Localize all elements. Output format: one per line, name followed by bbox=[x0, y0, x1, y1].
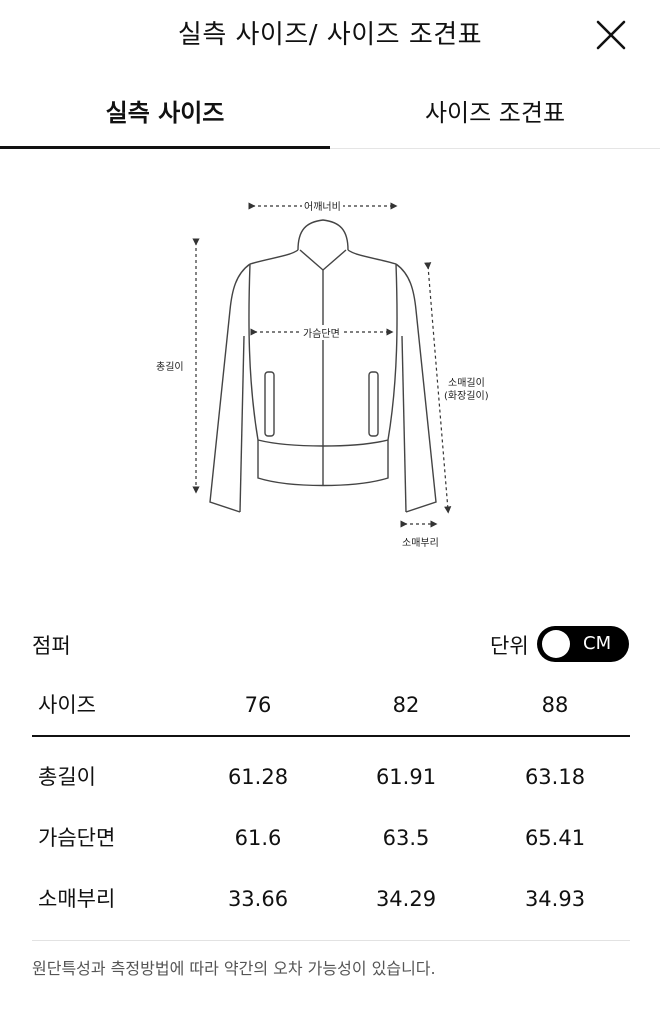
table-cell: 33.66 bbox=[227, 887, 289, 911]
product-name: 점퍼 bbox=[32, 634, 71, 658]
size-column-header: 88 bbox=[541, 693, 569, 717]
jacket-measurement-diagram: 어깨너비 가슴단면 총길이 소매길이 (화장길이) 소매부리 bbox=[140, 190, 520, 560]
table-footer-divider bbox=[32, 940, 630, 941]
unit-label: 단위 bbox=[490, 634, 529, 658]
chest-width-label: 가슴단면 bbox=[301, 325, 342, 340]
table-cell: 61.91 bbox=[375, 765, 437, 789]
table-header-row: 사이즈 76 82 88 bbox=[32, 680, 630, 736]
table-cell: 63.18 bbox=[524, 765, 586, 789]
table-row: 총길이 61.28 61.91 63.18 bbox=[32, 752, 630, 813]
unit-toggle[interactable]: CM bbox=[537, 626, 629, 662]
sleeve-length-sub-label: (화장길이) bbox=[444, 391, 489, 402]
size-table-header: 사이즈 76 82 88 bbox=[32, 680, 630, 736]
modal-title: 실측 사이즈/ 사이즈 조견표 bbox=[177, 20, 483, 50]
table-cell: 61.28 bbox=[227, 765, 289, 789]
row-label: 소매부리 bbox=[38, 887, 116, 911]
close-button[interactable] bbox=[588, 12, 634, 58]
size-column-header: 82 bbox=[392, 693, 420, 717]
size-table-body: 총길이 61.28 61.91 63.18 가슴단면 61.6 63.5 65.… bbox=[32, 752, 630, 935]
total-length-label: 총길이 bbox=[156, 362, 184, 373]
table-row: 소매부리 33.66 34.29 34.93 bbox=[32, 874, 630, 935]
modal-header: 실측 사이즈/ 사이즈 조견표 bbox=[0, 0, 660, 70]
table-row: 가슴단면 61.6 63.5 65.41 bbox=[32, 813, 630, 874]
table-header-divider bbox=[32, 735, 630, 737]
tab-size-chart[interactable]: 사이즈 조견표 bbox=[330, 82, 660, 148]
table-cell: 34.29 bbox=[375, 887, 437, 911]
toggle-knob bbox=[542, 630, 570, 658]
tab-bar: 실측 사이즈 사이즈 조견표 bbox=[0, 82, 660, 150]
size-column-header: 76 bbox=[244, 693, 272, 717]
table-cell: 65.41 bbox=[524, 826, 586, 850]
table-cell: 61.6 bbox=[234, 826, 282, 850]
shoulder-width-label: 어깨너비 bbox=[302, 198, 343, 213]
row-label: 가슴단면 bbox=[38, 826, 116, 850]
table-cell: 63.5 bbox=[382, 826, 430, 850]
active-tab-indicator bbox=[0, 146, 330, 149]
size-header-label: 사이즈 bbox=[38, 693, 96, 717]
table-cell: 34.93 bbox=[524, 887, 586, 911]
tab-measured-size[interactable]: 실측 사이즈 bbox=[0, 82, 330, 148]
close-icon bbox=[596, 20, 626, 50]
tab-divider bbox=[330, 148, 660, 149]
unit-value: CM bbox=[583, 633, 612, 654]
row-label: 총길이 bbox=[38, 765, 96, 789]
cuff-label: 소매부리 bbox=[402, 538, 439, 549]
measurement-disclaimer: 원단특성과 측정방법에 따라 약간의 오차 가능성이 있습니다. bbox=[32, 959, 436, 978]
